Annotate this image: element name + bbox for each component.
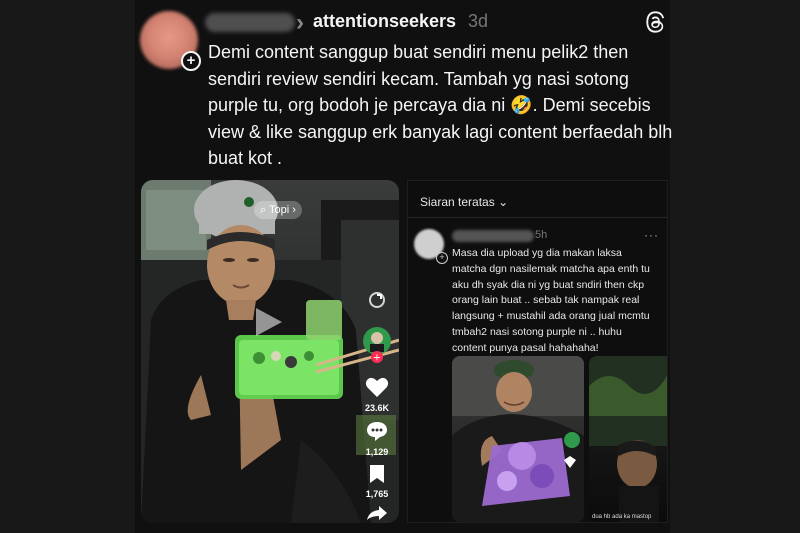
svg-text:+: + — [373, 353, 381, 364]
sort-label: Siaran teratas — [420, 195, 495, 209]
post-time: 3d — [468, 11, 489, 31]
share-icon[interactable] — [358, 505, 396, 526]
comment-text: Masa dia upload yg dia makan laksa match… — [452, 247, 650, 354]
commenter-handle-blurred[interactable] — [452, 230, 534, 242]
like-heart-icon[interactable]: 23.6K — [358, 376, 396, 413]
post-body-text: Demi content sanggup buat sendiri menu p… — [208, 42, 673, 168]
creator-avatar[interactable]: + — [358, 326, 396, 369]
comment-time: 5h — [535, 229, 548, 241]
refresh-icon[interactable] — [358, 290, 396, 315]
follow-plus-icon[interactable]: + — [181, 51, 201, 71]
comment-video-thumbnail-1[interactable] — [452, 356, 584, 522]
follow-plus-icon[interactable]: + — [436, 252, 448, 264]
thumbnail-scene-1 — [452, 356, 584, 522]
thumbnail-caption: dua hb ada ka mastop — [592, 514, 652, 520]
product-tag-label: Topi — [269, 204, 290, 216]
community-name[interactable]: attentionseekers — [313, 11, 456, 32]
comment-icon[interactable]: 1,129 — [358, 420, 396, 457]
more-options-icon[interactable]: ··· — [644, 228, 659, 242]
save-count: 1,765 — [365, 489, 389, 499]
like-count: 23.6K — [364, 403, 390, 413]
product-tag[interactable]: ⌕ Topi › — [254, 201, 302, 219]
author-handle-blurred[interactable] — [205, 13, 295, 32]
divider — [408, 217, 667, 218]
chevron-right-icon: › — [296, 9, 304, 36]
bookmark-icon[interactable]: 1,765 — [358, 464, 396, 499]
sort-dropdown[interactable]: Siaran teratas ⌄ — [420, 195, 508, 209]
chevron-down-icon: ⌄ — [498, 195, 509, 209]
comment-count: 1,129 — [365, 447, 389, 457]
threads-logo-icon[interactable] — [644, 10, 666, 34]
comment-video-thumbnail-2[interactable] — [589, 356, 667, 522]
thumbnail-scene-2 — [589, 356, 667, 522]
